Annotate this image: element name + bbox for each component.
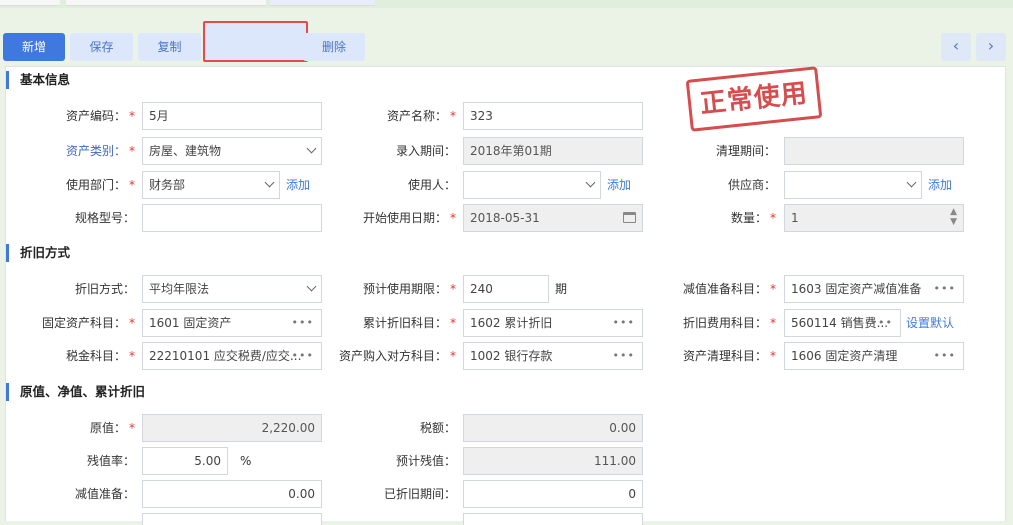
life-unit: 期 bbox=[555, 282, 568, 296]
depr-periods-label: 已折旧期间： bbox=[383, 487, 456, 501]
purchase-acct-picker[interactable]: 1002 银行存款 ••• bbox=[463, 342, 643, 370]
expense-acct-picker[interactable]: 560114 销售费... ••• bbox=[784, 309, 901, 337]
entry-period-field: 2018年第01期 bbox=[463, 137, 643, 165]
impairment-input[interactable]: 0.00 bbox=[142, 480, 322, 508]
section-title-basic: 基本信息 bbox=[6, 69, 1005, 91]
percent-unit: % bbox=[240, 454, 252, 468]
accum-acct-picker[interactable]: 1602 累计折旧 ••• bbox=[463, 309, 643, 337]
dept-select[interactable]: 财务部 bbox=[142, 171, 280, 199]
new-button[interactable]: 新增 bbox=[3, 33, 65, 61]
entry-period-label: 录入期间： bbox=[395, 144, 456, 158]
user-select[interactable] bbox=[463, 171, 601, 199]
purchase-acct-label: 资产购入对方科目： * bbox=[338, 349, 456, 363]
supplier-label: 供应商： bbox=[727, 178, 776, 192]
copy-button[interactable]: 复制 bbox=[138, 33, 201, 61]
accum-acct-label: 累计折旧科目： * bbox=[362, 316, 456, 330]
salvage-rate-input[interactable]: 5.00 bbox=[142, 447, 228, 475]
asset-name-input[interactable]: 323 bbox=[463, 102, 643, 130]
est-salvage-label: 预计残值： bbox=[395, 454, 456, 468]
asset-name-label: 资产名称： * bbox=[386, 109, 456, 123]
chevron-down-icon bbox=[585, 177, 596, 188]
depr-method-select[interactable]: 平均年限法 bbox=[142, 275, 322, 303]
orig-value-label: 原值： * bbox=[89, 421, 135, 435]
impair-acct-picker[interactable]: 1603 固定资产减值准备 ••• bbox=[784, 275, 964, 303]
clear-button[interactable]: 清理 bbox=[207, 33, 297, 61]
section-title-values: 原值、净值、累计折旧 bbox=[6, 381, 1005, 403]
chevron-left-icon[interactable]: ‹ bbox=[941, 33, 971, 61]
impairment-label: 减值准备： bbox=[74, 487, 135, 501]
depr-method-label: 折旧方式： bbox=[74, 282, 135, 296]
asset-code-input[interactable]: 5月 bbox=[142, 102, 322, 130]
asset-form-panel: 基本信息 资产编码： * 5月 资产名称： * 323 资产类别： * 房屋、建筑物 … bbox=[5, 66, 1006, 525]
qty-stepper[interactable]: 1 ▲ ▼ bbox=[784, 204, 964, 232]
toolbar: 新增 保存 复制 清理 删除 ‹ › bbox=[0, 21, 1013, 64]
fixed-acct-label: 固定资产科目： * bbox=[41, 316, 135, 330]
tax-acct-label: 税金科目： * bbox=[65, 349, 135, 363]
tab-segment-active[interactable] bbox=[270, 0, 375, 6]
delete-button[interactable]: 删除 bbox=[303, 33, 365, 61]
asset-code-label: 资产编码： * bbox=[65, 109, 135, 123]
user-label: 使用人： bbox=[407, 178, 456, 192]
next-row-input[interactable] bbox=[463, 513, 643, 525]
clear-period-field bbox=[784, 137, 964, 165]
spec-label: 规格型号： bbox=[74, 211, 135, 225]
tab-segment[interactable] bbox=[0, 0, 60, 6]
depr-periods-input[interactable]: 0 bbox=[463, 480, 643, 508]
more-icon[interactable]: ••• bbox=[934, 343, 956, 369]
save-button[interactable]: 保存 bbox=[70, 33, 133, 61]
section-title-depreciation: 折旧方式 bbox=[6, 242, 1005, 264]
add-supplier-link[interactable]: 添加 bbox=[928, 171, 952, 199]
spinner-arrows-icon[interactable]: ▲ ▼ bbox=[950, 207, 957, 227]
chevron-down-icon bbox=[264, 177, 275, 188]
clear-period-label: 清理期间： bbox=[715, 144, 776, 158]
asset-category-label[interactable]: 资产类别： * bbox=[6, 137, 135, 165]
life-label: 预计使用期限： * bbox=[362, 282, 456, 296]
more-icon[interactable]: ••• bbox=[871, 310, 893, 336]
life-input[interactable]: 240 bbox=[463, 275, 549, 303]
tax-amount-field: 0.00 bbox=[463, 414, 643, 442]
spec-input[interactable] bbox=[142, 204, 322, 232]
next-row-input[interactable] bbox=[142, 513, 322, 525]
fixed-acct-picker[interactable]: 1601 固定资产 ••• bbox=[142, 309, 322, 337]
tax-acct-picker[interactable]: 22210101 应交税费/应交... ••• bbox=[142, 342, 322, 370]
impair-acct-label: 减值准备科目： * bbox=[682, 282, 776, 296]
expense-acct-label: 折旧费用科目： * bbox=[682, 316, 776, 330]
disposal-acct-label: 资产清理科目： * bbox=[682, 349, 776, 363]
chevron-right-icon[interactable]: › bbox=[976, 33, 1006, 61]
chevron-down-icon bbox=[906, 177, 917, 188]
dept-label: 使用部门： * bbox=[65, 178, 135, 192]
tab-segment[interactable] bbox=[66, 0, 266, 6]
tax-amount-label: 税额： bbox=[419, 421, 456, 435]
set-default-link[interactable]: 设置默认 bbox=[906, 309, 954, 337]
more-icon[interactable]: ••• bbox=[934, 276, 956, 302]
top-tab-strip bbox=[0, 0, 1013, 8]
disposal-acct-picker[interactable]: 1606 固定资产清理 ••• bbox=[784, 342, 964, 370]
start-date-field[interactable]: 2018-05-31 bbox=[463, 204, 643, 232]
supplier-select[interactable] bbox=[784, 171, 922, 199]
asset-category-select[interactable]: 房屋、建筑物 bbox=[142, 137, 322, 165]
qty-label: 数量： * bbox=[730, 211, 776, 225]
est-salvage-field: 111.00 bbox=[463, 447, 643, 475]
salvage-rate-label: 残值率： bbox=[86, 454, 135, 468]
start-date-label: 开始使用日期： * bbox=[362, 211, 456, 225]
orig-value-field: 2,220.00 bbox=[142, 414, 322, 442]
